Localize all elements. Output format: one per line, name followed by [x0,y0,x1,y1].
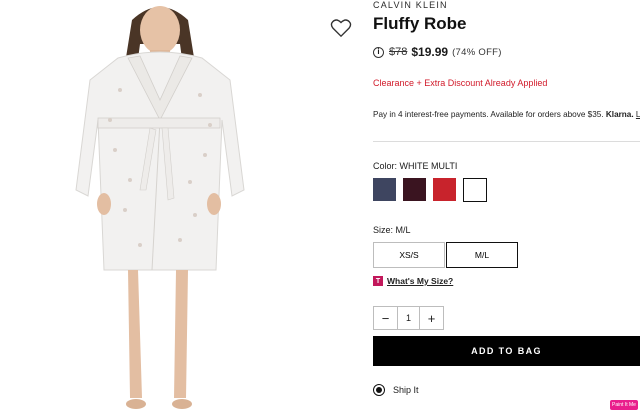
color-label-text: Color: [373,161,398,171]
quantity-decrease-button[interactable]: − [374,307,397,329]
size-guide: T What's My Size? [373,276,453,286]
product-image [0,0,362,412]
true-fit-icon: T [373,276,383,286]
brand-name: CALVIN KLEIN [373,0,448,10]
product-title: Fluffy Robe [373,14,467,33]
product-info-panel: CALVIN KLEIN Fluffy Robe i $78 $19.99 (7… [373,0,640,412]
ship-it-option[interactable]: Ship It [373,384,419,396]
swatch-navy[interactable] [373,178,396,201]
quantity-value[interactable]: 1 [397,307,420,329]
original-price: $78 [389,46,408,58]
ship-it-radio[interactable] [373,384,385,396]
klarna-logo: Klarna. [605,110,634,119]
size-options: XS/S M/L [373,242,518,268]
info-icon[interactable]: i [373,46,384,58]
ship-it-label: Ship It [393,385,419,395]
add-to-bag-button[interactable]: ADD TO BAG [373,336,640,366]
quantity-increase-button[interactable]: + [420,307,443,329]
promo-message: Clearance + Extra Discount Already Appli… [373,78,548,88]
size-option-m-l[interactable]: M/L [446,242,518,268]
quantity-stepper: − 1 + [373,306,444,330]
color-label: Color: WHITE MULTI [373,161,457,171]
size-option-xs-s[interactable]: XS/S [373,242,445,268]
color-swatches [373,178,487,202]
learn-more-link[interactable]: L [636,110,640,119]
klarna-payment-row: Pay in 4 interest-free payments. Availab… [373,110,640,119]
sale-price: $19.99 [411,45,449,59]
wishlist-heart-icon[interactable] [330,18,352,38]
size-label: Size: M/L [373,225,411,235]
payment-text: Pay in 4 interest-free payments. Availab… [373,110,604,119]
paint-it-badge[interactable]: Paint It Me [610,400,638,410]
radio-selected-dot [376,387,382,393]
swatch-burgundy[interactable] [403,178,426,201]
price-row: i $78 $19.99 (74% OFF) [373,44,502,60]
swatch-red[interactable] [433,178,456,201]
model-in-robe-image [75,6,245,409]
divider [373,141,640,142]
selected-color-name: WHITE MULTI [399,161,458,171]
size-label-text: Size: [373,225,394,235]
whats-my-size-link[interactable]: What's My Size? [387,276,453,286]
selected-size-name: M/L [395,225,411,235]
discount-percent: (74% OFF) [452,46,502,58]
swatch-white[interactable] [463,178,487,202]
